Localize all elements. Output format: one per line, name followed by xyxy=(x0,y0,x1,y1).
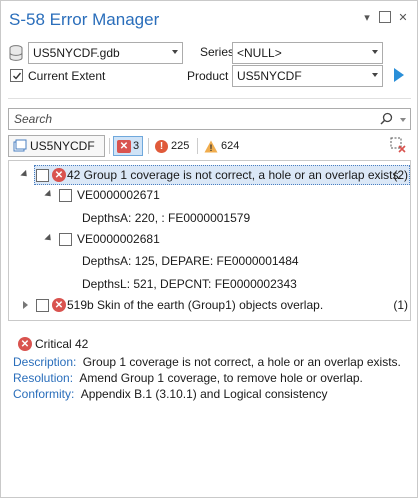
toolbar-divider xyxy=(109,138,110,154)
tree-row-detail[interactable]: DepthsA: 125, DEPARE: FE0000001484 xyxy=(9,251,410,271)
layer-icon xyxy=(13,139,27,153)
tree-row-checkbox[interactable] xyxy=(36,299,49,312)
error-tree: ✕ 42 Group 1 coverage is not correct, a … xyxy=(8,160,411,321)
tree-row-label: 42 Group 1 coverage is not correct, a ho… xyxy=(67,168,402,182)
pane-controls: ▾ ✕ xyxy=(361,11,409,24)
tree-row-checkbox[interactable] xyxy=(59,233,72,246)
product-select[interactable]: US5NYCDF xyxy=(232,65,383,87)
error-count: 225 xyxy=(171,140,190,152)
tree-row-checkbox[interactable] xyxy=(36,169,49,182)
warning-icon: ! xyxy=(204,140,218,153)
clear-selection-icon[interactable] xyxy=(390,137,406,156)
series-label: Series xyxy=(200,45,235,59)
svg-text:!: ! xyxy=(210,143,213,153)
series-value: <NULL> xyxy=(237,46,282,60)
database-icon xyxy=(9,45,23,61)
filter-toolbar: US5NYCDF ✕ 3 ! 225 ! 624 xyxy=(8,135,411,157)
critical-icon: ✕ xyxy=(117,139,131,153)
tree-row-feature[interactable]: VE0000002671 xyxy=(9,185,410,205)
series-select[interactable]: <NULL> xyxy=(232,42,383,64)
critical-icon: ✕ xyxy=(18,337,32,351)
tree-row-detail[interactable]: DepthsL: 521, DEPCNT: FE0000002343 xyxy=(9,274,410,294)
pane-title: S-58 Error Manager xyxy=(9,10,160,29)
collapse-icon[interactable] xyxy=(44,233,54,244)
details-panel: ✕ Critical 42 Description: Group 1 cover… xyxy=(13,337,411,401)
critical-filter-button[interactable]: ✕ 3 xyxy=(113,136,143,156)
current-extent-label: Current Extent xyxy=(28,69,106,83)
tree-row-label: DepthsL: 521, DEPCNT: FE0000002343 xyxy=(82,277,297,291)
collapse-icon[interactable] xyxy=(44,189,54,200)
toolbar-divider xyxy=(197,138,198,154)
error-icon: ! xyxy=(155,139,168,153)
search-options-icon[interactable] xyxy=(400,118,406,122)
run-icon[interactable] xyxy=(393,68,405,85)
database-value: US5NYCDF.gdb xyxy=(33,46,120,60)
current-extent-checkbox[interactable] xyxy=(10,69,23,82)
tree-row-label: VE0000002671 xyxy=(77,188,160,202)
conformity-label: Conformity: xyxy=(13,387,75,401)
search-placeholder: Search xyxy=(14,112,53,126)
description-row: Description: Group 1 coverage is not cor… xyxy=(13,355,411,369)
warning-filter-button[interactable]: ! 624 xyxy=(204,135,239,157)
tree-row-error-519b[interactable]: ✕ 519b Skin of the earth (Group1) object… xyxy=(9,295,410,315)
tree-row-count: (1) xyxy=(393,298,408,312)
resolution-label: Resolution: xyxy=(13,371,74,385)
product-filter-label: US5NYCDF xyxy=(30,139,95,153)
tree-row-label: DepthsA: 220, : FE0000001579 xyxy=(82,211,251,225)
resolution-row: Resolution: Amend Group 1 coverage, to r… xyxy=(13,371,411,385)
critical-icon: ✕ xyxy=(52,298,66,312)
description-label: Description: xyxy=(13,355,77,369)
divider xyxy=(8,98,411,99)
tree-row-count: (2) xyxy=(393,168,408,182)
tree-row-feature[interactable]: VE0000002681 xyxy=(9,229,410,249)
error-manager-pane: S-58 Error Manager ▾ ✕ US5NYCDF.gdb Seri… xyxy=(0,0,418,498)
tree-row-label: DepthsA: 125, DEPARE: FE0000001484 xyxy=(82,254,299,268)
product-label: Product xyxy=(187,69,229,83)
resolution-value: Amend Group 1 coverage, to remove hole o… xyxy=(79,371,363,385)
details-heading: ✕ Critical 42 xyxy=(18,337,411,351)
product-filter-button[interactable]: US5NYCDF xyxy=(8,135,105,157)
search-icon[interactable] xyxy=(380,112,393,128)
error-filter-button[interactable]: ! 225 xyxy=(155,135,189,157)
tree-row-error-42[interactable]: ✕ 42 Group 1 coverage is not correct, a … xyxy=(9,165,410,185)
description-value: Group 1 coverage is not correct, a hole … xyxy=(82,355,401,369)
close-icon[interactable]: ✕ xyxy=(397,11,409,24)
tree-row-checkbox[interactable] xyxy=(59,189,72,202)
auto-hide-icon[interactable] xyxy=(379,11,391,23)
conformity-row: Conformity: Appendix B.1 (3.10.1) and Lo… xyxy=(13,387,411,401)
product-value: US5NYCDF xyxy=(237,69,302,83)
tree-row-detail[interactable]: DepthsA: 220, : FE0000001579 xyxy=(9,208,410,228)
details-heading-text: Critical 42 xyxy=(35,337,89,351)
warning-count: 624 xyxy=(221,140,240,152)
toolbar-divider xyxy=(148,138,149,154)
collapse-icon[interactable] xyxy=(20,169,30,180)
critical-count: 3 xyxy=(133,140,140,152)
tree-row-label: VE0000002681 xyxy=(77,232,160,246)
expand-icon[interactable] xyxy=(23,301,28,309)
tree-row-label: 519b Skin of the earth (Group1) objects … xyxy=(67,298,324,312)
search-input[interactable]: Search xyxy=(8,108,411,130)
conformity-value: Appendix B.1 (3.10.1) and Logical consis… xyxy=(80,387,328,401)
menu-dropdown-icon[interactable]: ▾ xyxy=(361,11,373,24)
critical-icon: ✕ xyxy=(52,168,66,182)
database-select[interactable]: US5NYCDF.gdb xyxy=(28,42,183,64)
